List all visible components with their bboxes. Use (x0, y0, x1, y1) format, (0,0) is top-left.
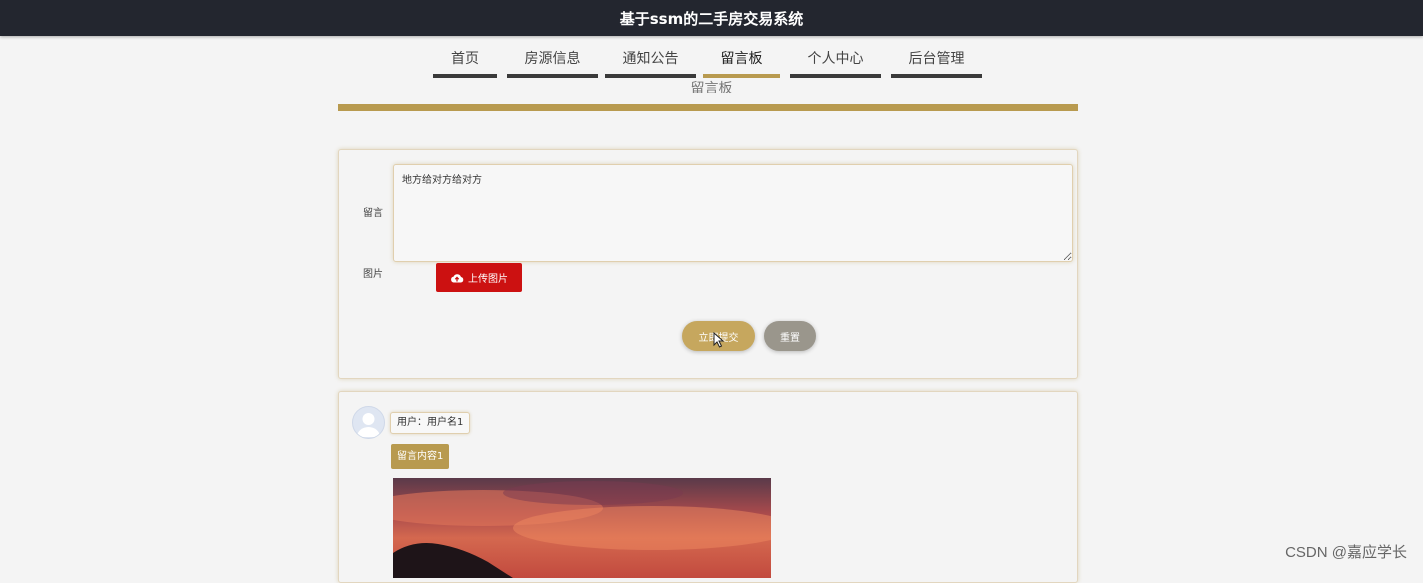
message-label: 留言 (363, 208, 383, 219)
upload-image-label: 上传图片 (468, 274, 508, 285)
app-header: 基于ssm的二手房交易系统 (0, 0, 1423, 36)
nav-admin[interactable]: 后台管理 (891, 48, 982, 78)
nav-listings[interactable]: 房源信息 (507, 48, 598, 78)
image-label: 图片 (363, 269, 383, 280)
app-title: 基于ssm的二手房交易系统 (619, 9, 804, 28)
nav-message-board[interactable]: 留言板 (703, 48, 780, 78)
message-item: 用户：用户名1 留言内容1 (338, 391, 1078, 583)
mouse-cursor-icon (713, 332, 725, 348)
user-avatar-icon (352, 406, 385, 439)
upload-image-button[interactable]: 上传图片 (436, 263, 522, 292)
message-image (393, 478, 771, 578)
message-content: 留言内容1 (391, 444, 450, 469)
message-user: 用户：用户名1 (390, 412, 471, 434)
section-title: 留言板 (690, 81, 733, 93)
message-form: 留言 地方给对方给对方 图片 上传图片 立即提交 重置 (338, 149, 1078, 379)
nav-personal-center[interactable]: 个人中心 (790, 48, 881, 78)
cloud-upload-icon (451, 273, 464, 282)
section-divider (338, 104, 1078, 111)
nav-notices[interactable]: 通知公告 (605, 48, 696, 78)
reset-button[interactable]: 重置 (764, 321, 816, 351)
watermark: CSDN @嘉应学长 (1285, 544, 1407, 561)
message-input[interactable]: 地方给对方给对方 (393, 164, 1073, 262)
nav-home[interactable]: 首页 (433, 48, 497, 78)
main-nav: 首页 房源信息 通知公告 留言板 个人中心 后台管理 (0, 48, 1423, 78)
